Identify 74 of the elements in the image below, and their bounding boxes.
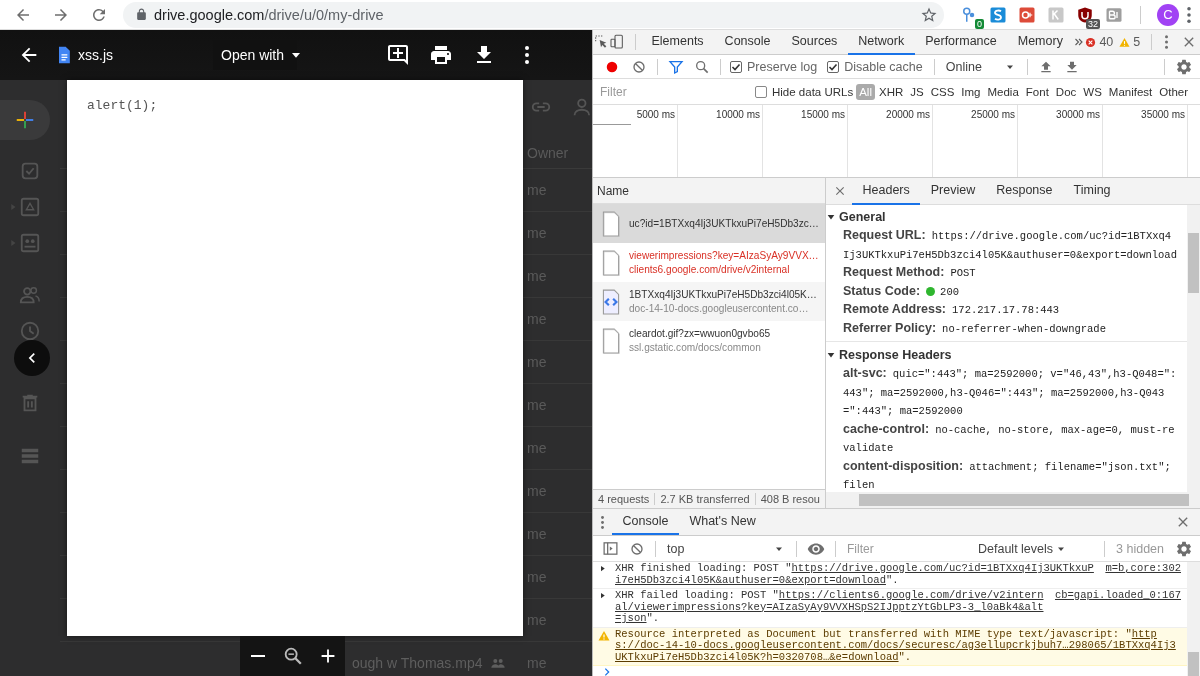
- checkbox-label: Hide data URLs: [772, 85, 854, 98]
- drawer-tab[interactable]: Console: [612, 509, 679, 535]
- detail-tab[interactable]: Preview: [920, 177, 986, 205]
- request-row[interactable]: uc?id=1BTXxq4Ij3UKTkxuPi7eH5Db3zc…: [593, 204, 825, 243]
- summary-text: 4 requests: [593, 493, 656, 505]
- hidden-count: 3 hidden: [1116, 541, 1164, 556]
- header-row-text: Request Method: POST: [842, 264, 977, 281]
- type-filter[interactable]: Img: [958, 83, 984, 100]
- type-filter[interactable]: Other: [1156, 83, 1192, 100]
- header-row-text: content-disposition: attachment; filename="json.txt"; filen: [842, 457, 1172, 492]
- section-title[interactable]: Response Headers: [839, 348, 952, 362]
- type-filter[interactable]: Media: [984, 83, 1022, 100]
- header-row-text: Remote Address: 172.217.17.78:443: [842, 301, 1061, 318]
- request-row[interactable]: 1BTXxq4Ij3UKTkxuPi7eH5Db3zci4l05K… doc-14-10-docs.googleusercontent.co…: [593, 282, 825, 321]
- time-tick: 15000 ms: [801, 109, 845, 120]
- request-domain: ssl.gstatic.com/docs/common: [629, 342, 762, 353]
- type-filter[interactable]: Manifest: [1105, 83, 1156, 100]
- time-tick: 20000 ms: [886, 109, 930, 120]
- request-name: uc?id=1BTXxq4Ij3UKTkxuPi7eH5Db3zc…: [629, 218, 819, 229]
- checkbox-label: Preserve log: [747, 59, 818, 74]
- file-title: xss.js: [78, 47, 114, 63]
- url-text: drive.google.com/drive/u/0/my-drive: [154, 6, 384, 23]
- time-tick: 25000 ms: [971, 109, 1015, 120]
- profile-avatar[interactable]: C: [1157, 3, 1179, 26]
- address-bar[interactable]: drive.google.com/drive/u/0/my-drive: [123, 1, 944, 28]
- request-name: viewerimpressions?key=AIzaSyAy9VVX…: [629, 250, 819, 261]
- type-filter[interactable]: XHR: [875, 83, 907, 100]
- console-message: Resource interpreted as Document but transferred with MIME type text/javascript: "https://doc-14-10-docs.googleusercontent.com/docs/securesc/ag3ellupcrkjbuh7…298065/1BTXxq4Ij3UKTkxuPi7eH5Db3zci4l05K?h=0320708…&e=download".: [615, 628, 1177, 663]
- header-name: Status Code:: [843, 283, 921, 298]
- request-name: cleardot.gif?zx=wwuon0gvbo65: [629, 328, 771, 339]
- request-row[interactable]: viewerimpressions?key=AIzaSyAy9VVX… clients6.google.com/drive/v2internal: [593, 243, 825, 282]
- detail-tab[interactable]: Timing: [1063, 177, 1122, 205]
- header-row-text: Request URL: https://drive.google.com/uc?id=1BTXxq4Ij3UKTkxuPi7eH5Db3zci4l05K&authuser=0&export=download: [842, 227, 1178, 263]
- error-count[interactable]: 40: [1099, 35, 1114, 49]
- section-title[interactable]: General: [839, 210, 886, 224]
- header-row-text: Referrer Policy: no-referrer-when-downgrade: [842, 319, 1107, 337]
- type-filter[interactable]: Font: [1022, 83, 1052, 100]
- type-filter[interactable]: JS: [907, 83, 927, 100]
- type-filter[interactable]: WS: [1080, 83, 1105, 100]
- panel-tab[interactable]: Network: [847, 29, 915, 55]
- source-link[interactable]: cb=gapi.loaded_0:167: [1054, 590, 1181, 602]
- context-dropdown[interactable]: top: [667, 541, 785, 556]
- time-tick: 30000 ms: [1056, 109, 1100, 120]
- column-header: Name: [597, 183, 629, 198]
- time-tick: 5000 ms: [636, 109, 675, 120]
- panel-tab[interactable]: Sources: [781, 29, 848, 55]
- count-badge: 0: [975, 18, 984, 29]
- detail-tab[interactable]: Response: [985, 177, 1063, 205]
- panel-tab[interactable]: Elements: [641, 29, 715, 55]
- warning-count[interactable]: 5: [1133, 35, 1141, 49]
- code-text: alert(1);: [87, 98, 158, 113]
- panel-tab[interactable]: Console: [714, 29, 781, 55]
- request-name: 1BTXxq4Ij3UKTkxuPi7eH5Db3zci4l05K…: [629, 289, 817, 300]
- request-domain: doc-14-10-docs.googleusercontent.co…: [629, 303, 810, 314]
- drawer-tab[interactable]: What's New: [678, 509, 767, 535]
- throttling-dropdown[interactable]: Online: [945, 59, 1016, 74]
- console-message: XHR finished loading: POST "https://drive.google.com/uc?id=1BTXxq4Ij3UKTkxuPi7eH5Db3zci4l05K&authuser=0&export=download".: [615, 563, 1095, 586]
- type-filter[interactable]: Doc: [1052, 83, 1080, 100]
- console-message: XHR failed loading: POST "https://clients6.google.com/drive/v2internal/viewerimpressions?key=AIzaSyAy9VVXHSpS2IJpptzYtGbLP3-3_l0aBk4&alt=json".: [615, 590, 1045, 625]
- detail-tab[interactable]: Headers: [852, 177, 921, 205]
- time-tick: 35000 ms: [1141, 109, 1185, 120]
- count-badge: 32: [1086, 18, 1100, 29]
- time-tick: 10000 ms: [716, 109, 760, 120]
- panel-tab[interactable]: Performance: [914, 29, 1008, 55]
- panel-tab[interactable]: Memory: [1007, 29, 1074, 55]
- checkbox-label: Disable cache: [844, 59, 923, 74]
- source-link[interactable]: m=b,core:302: [1105, 563, 1181, 575]
- levels-dropdown[interactable]: Default levels: [978, 541, 1068, 556]
- summary-text: 408 B resou: [755, 493, 825, 505]
- summary-text: 2.7 KB transferred: [655, 493, 756, 505]
- header-value: 200: [940, 285, 959, 298]
- request-domain: clients6.google.com/drive/v2internal: [629, 264, 791, 275]
- request-row[interactable]: cleardot.gif?zx=wwuon0gvbo65 ssl.gstatic.com/docs/common: [593, 321, 825, 360]
- type-filter[interactable]: CSS: [927, 83, 958, 100]
